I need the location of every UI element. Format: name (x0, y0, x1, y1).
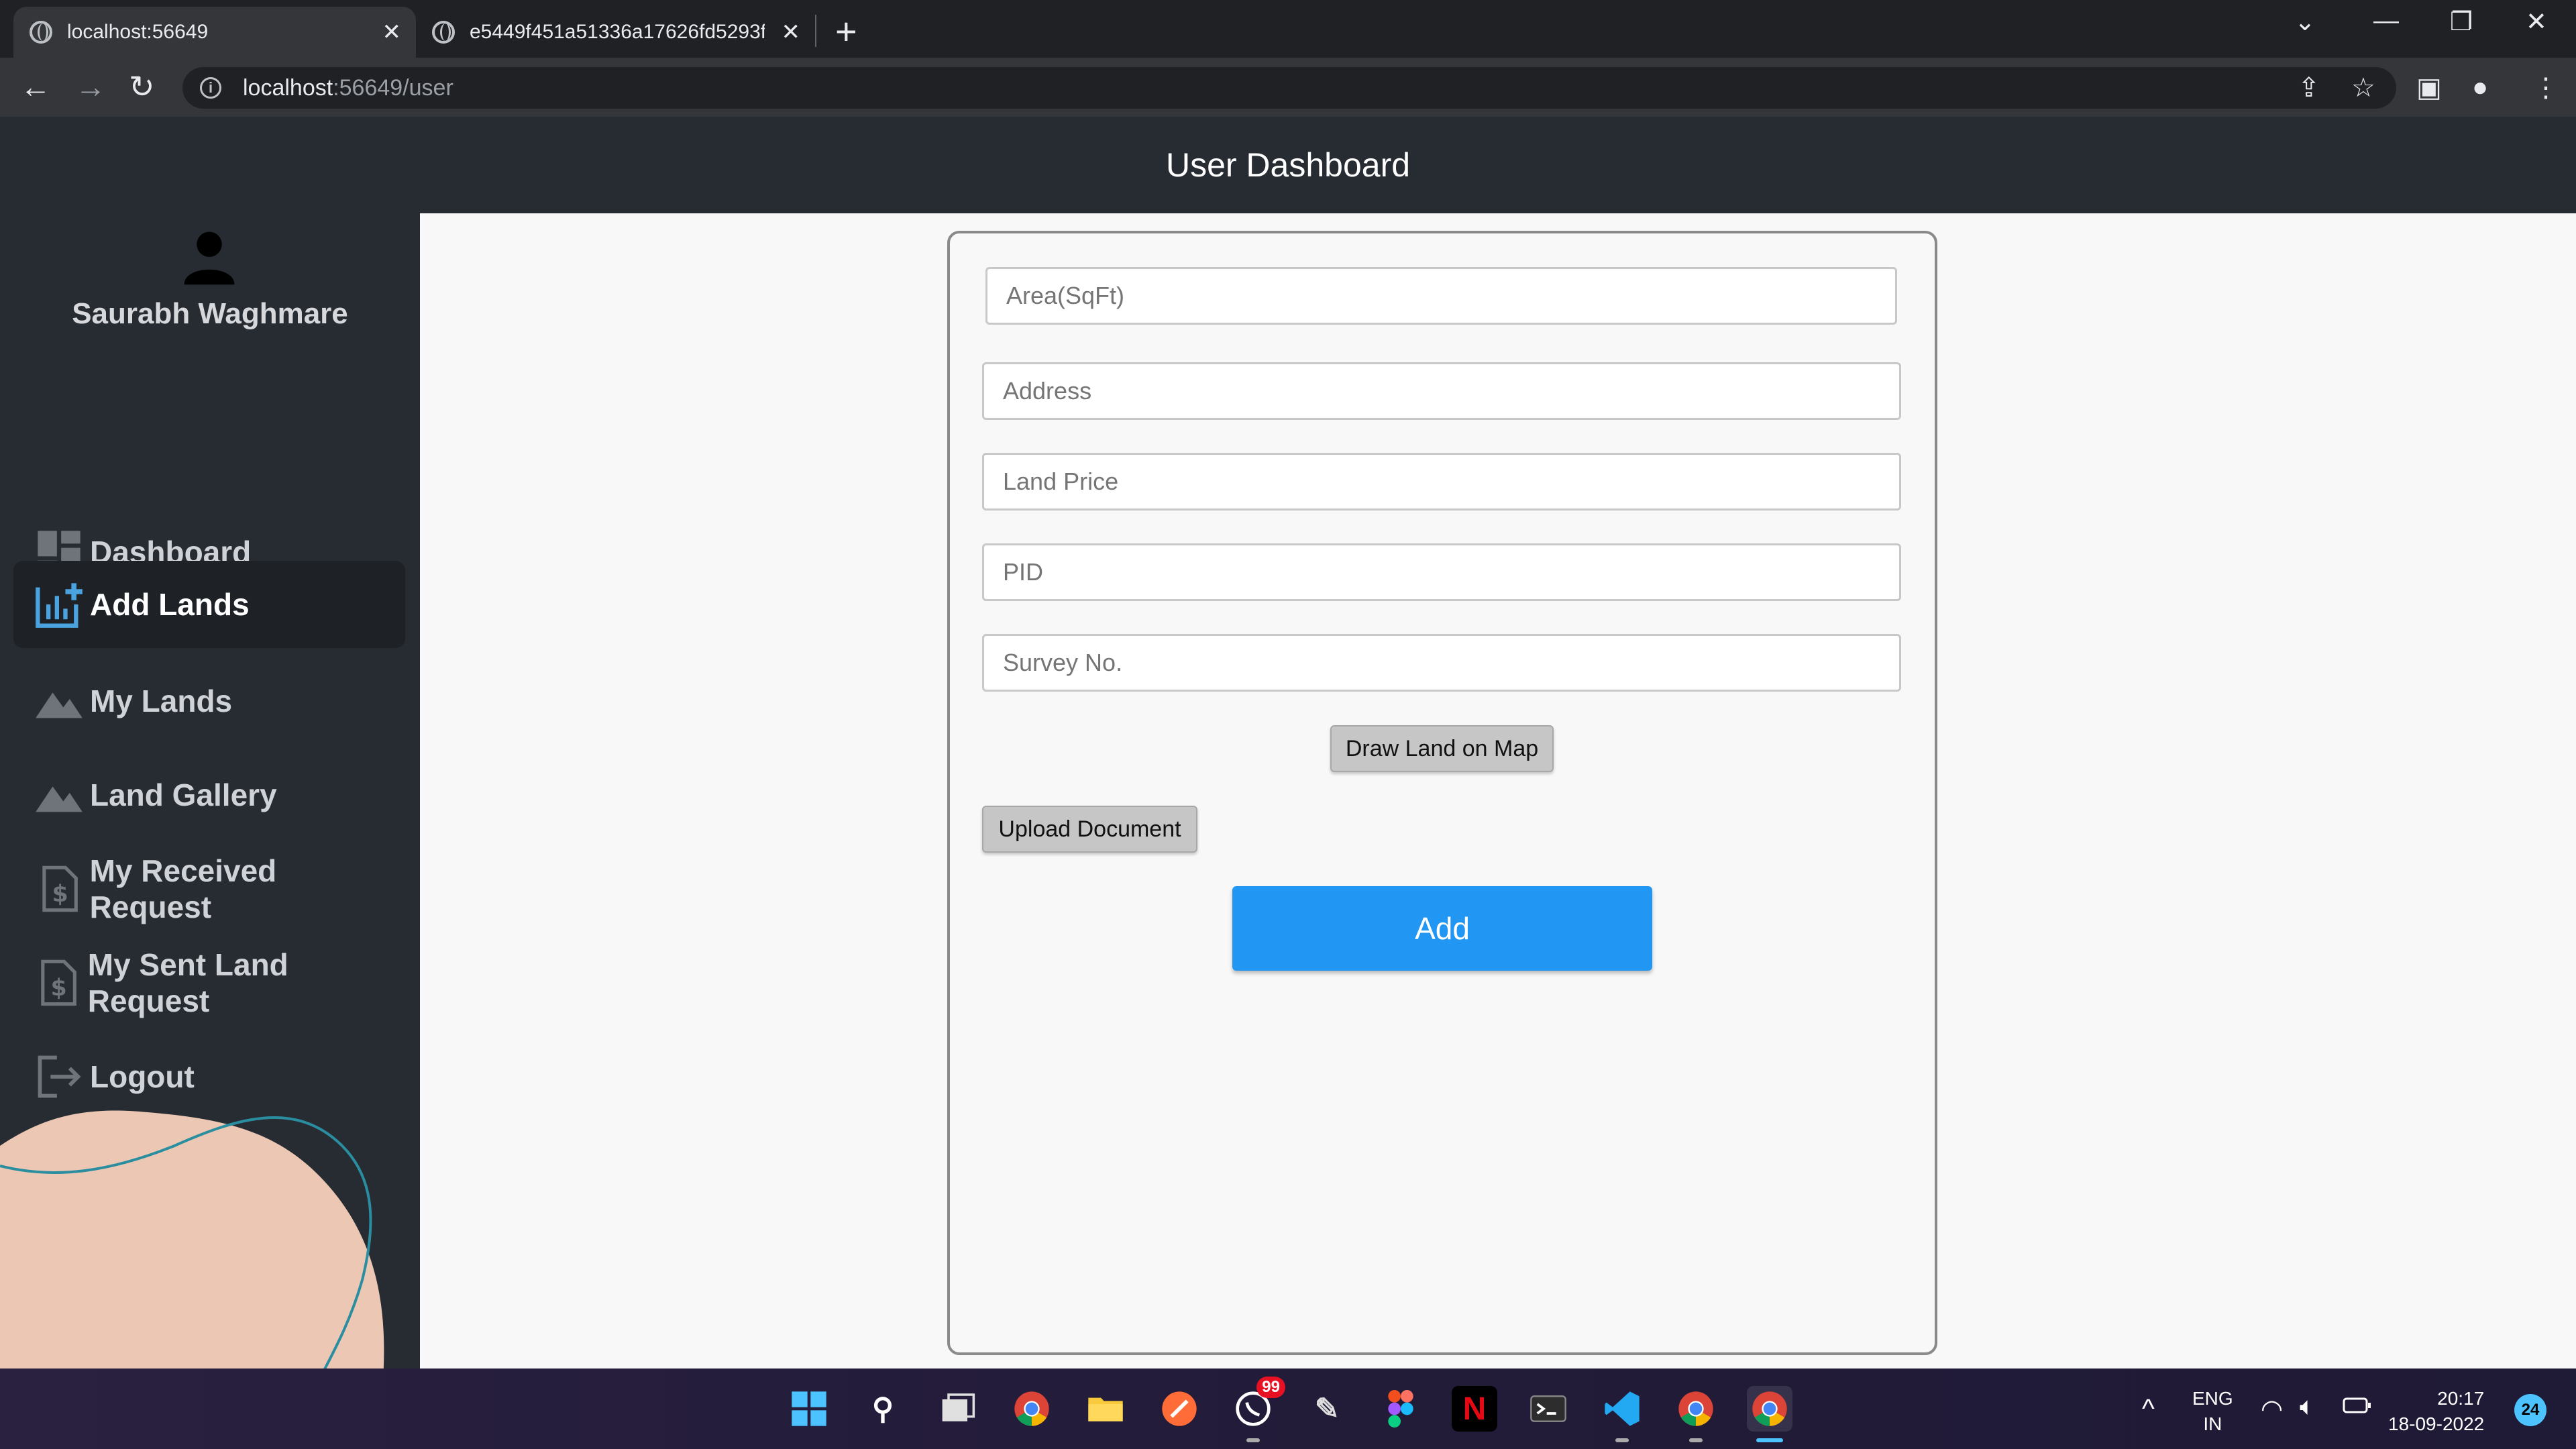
sidebar-item-label: Add Lands (90, 587, 250, 622)
sidebar-item-my-lands[interactable]: My Lands (13, 657, 405, 745)
globe-icon (432, 21, 455, 44)
chrome-profile-icon[interactable] (1673, 1386, 1719, 1442)
vscode-icon[interactable] (1599, 1386, 1645, 1442)
close-tab-icon[interactable]: ✕ (782, 19, 801, 46)
windows-start-icon[interactable] (786, 1386, 832, 1432)
app-bird-icon[interactable]: ✎ (1304, 1386, 1350, 1432)
window-close-icon[interactable]: ✕ (2526, 7, 2547, 37)
sidebar-item-received-request[interactable]: $ My Received Request (13, 845, 405, 932)
postman-icon[interactable] (1157, 1386, 1202, 1432)
browser-tab[interactable]: e5449f451a51336a17626fd5293f ✕ (416, 7, 815, 58)
tab-separator (815, 15, 816, 47)
browser-tab-strip: localhost:56649 ✕ e5449f451a51336a17626f… (0, 0, 2576, 58)
whatsapp-icon[interactable]: 99 (1230, 1377, 1285, 1442)
svg-text:$: $ (51, 975, 67, 1002)
clock[interactable]: 20:17 18-09-2022 (2388, 1386, 2484, 1437)
windows-taskbar: ⚲ 99 ✎ N ^ ENG IN ◠ 🔈︎ 20:17 18-09-2022 … (0, 1368, 2576, 1449)
new-tab-icon[interactable]: + (835, 9, 857, 53)
sidebar-item-label: Logout (90, 1059, 195, 1094)
info-icon[interactable]: i (200, 77, 221, 99)
wifi-icon[interactable]: ◠ (2261, 1394, 2283, 1424)
user-avatar-icon (184, 231, 235, 285)
figma-icon[interactable] (1378, 1386, 1424, 1432)
user-name: Saurabh Waghmare (72, 297, 348, 330)
reload-icon[interactable]: ↻ (129, 68, 155, 105)
close-tab-icon[interactable]: ✕ (382, 19, 402, 46)
landscape-icon (32, 768, 86, 822)
search-icon[interactable]: ⚲ (860, 1386, 906, 1432)
profile-icon[interactable]: ● (2472, 72, 2488, 103)
task-view-icon[interactable] (935, 1386, 981, 1432)
chrome-icon[interactable] (1009, 1386, 1055, 1432)
sidebar-item-label: My Received Request (89, 853, 277, 924)
sidebar-item-sent-request[interactable]: $ My Sent Land Request (13, 939, 405, 1026)
browser-tab-active[interactable]: localhost:56649 ✕ (13, 7, 416, 58)
tab-title: localhost:56649 (67, 21, 209, 43)
minimize-icon[interactable]: — (2373, 7, 2399, 36)
notification-badge: 99 (1256, 1377, 1285, 1398)
url-text: localhost:56649/user (243, 74, 453, 101)
bookmark-star-icon[interactable]: ☆ (2351, 72, 2375, 103)
area-input[interactable] (985, 267, 1897, 325)
forward-icon[interactable]: → (75, 68, 106, 105)
notification-count[interactable]: 24 (2514, 1394, 2546, 1426)
decorative-blob (0, 1110, 384, 1368)
globe-icon (30, 21, 52, 44)
address-bar[interactable]: i localhost:56649/user (182, 67, 2396, 109)
volume-icon[interactable]: 🔈︎ (2300, 1393, 2315, 1421)
tab-title: e5449f451a51336a17626fd5293f (470, 21, 765, 43)
survey-number-input[interactable] (982, 634, 1901, 692)
sidebar: Saurabh Waghmare Dashboard Add Lands My … (0, 213, 420, 1368)
sidebar-item-land-gallery[interactable]: Land Gallery (13, 751, 405, 839)
chrome-active-icon[interactable] (1747, 1386, 1792, 1442)
sidebar-item-add-lands[interactable]: Add Lands (13, 561, 405, 648)
language-indicator[interactable]: ENG IN (2192, 1386, 2233, 1437)
address-input[interactable] (982, 362, 1901, 420)
app-header: User Dashboard (0, 117, 2576, 213)
draw-land-on-map-button[interactable]: Draw Land on Map (1330, 725, 1554, 772)
sidebar-item-label: My Lands (90, 684, 233, 718)
battery-icon[interactable] (2343, 1395, 2372, 1421)
share-icon[interactable]: ⇪ (2298, 72, 2320, 103)
pid-input[interactable] (982, 543, 1901, 601)
svg-text:$: $ (52, 881, 68, 908)
sidebar-item-label: My Sent Land Request (87, 947, 288, 1018)
tab-search-icon[interactable]: ⌄ (2294, 7, 2316, 37)
add-chart-icon (32, 578, 86, 631)
browser-toolbar: ← → ↻ i localhost:56649/user ⇪ ☆ ▣ ● ⋮ (0, 58, 2576, 117)
dollar-document-icon: $ (32, 956, 84, 1010)
more-menu-icon[interactable]: ⋮ (2532, 72, 2559, 103)
netflix-icon[interactable]: N (1452, 1386, 1497, 1432)
landscape-icon (32, 674, 86, 728)
logout-icon (32, 1050, 86, 1104)
upload-document-button[interactable]: Upload Document (982, 806, 1197, 853)
maximize-icon[interactable]: ❐ (2450, 7, 2473, 37)
tray-overflow-icon[interactable]: ^ (2142, 1394, 2155, 1424)
page-title: User Dashboard (1165, 146, 1411, 184)
land-price-input[interactable] (982, 453, 1901, 511)
back-icon[interactable]: ← (20, 68, 51, 105)
add-button[interactable]: Add (1232, 886, 1652, 971)
terminal-icon[interactable] (1525, 1386, 1571, 1432)
dollar-document-icon: $ (32, 862, 86, 916)
file-explorer-icon[interactable] (1083, 1386, 1128, 1432)
side-panel-icon[interactable]: ▣ (2416, 72, 2442, 103)
sidebar-item-label: Land Gallery (90, 777, 277, 812)
